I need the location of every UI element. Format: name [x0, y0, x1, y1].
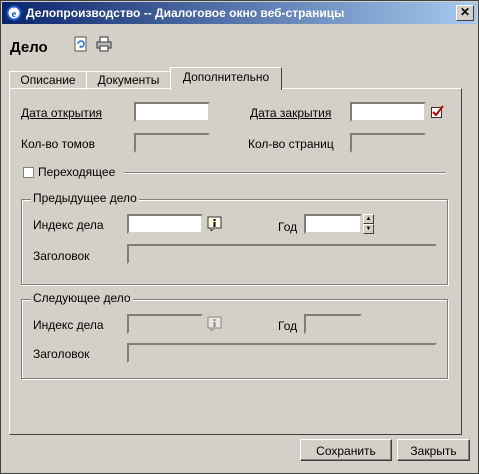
tab-additional[interactable]: Дополнительно — [170, 67, 282, 90]
save-button[interactable]: Сохранить — [300, 439, 392, 461]
close-date-label: Дата закрытия — [250, 106, 332, 120]
refresh-icon[interactable] — [72, 35, 90, 53]
next-year-field — [304, 314, 362, 334]
volumes-label: Кол-во томов — [21, 137, 95, 151]
tab-panel: Дата открытия Дата закрытия Кол-во томов… — [9, 88, 462, 435]
volumes-field — [134, 133, 210, 153]
next-case-legend: Следующее дело — [31, 291, 133, 305]
previous-case-group — [21, 199, 448, 285]
dialog-window: e Делопроизводство -- Диалоговое окно ве… — [0, 0, 479, 474]
next-index-label: Индекс дела — [33, 318, 104, 332]
spin-up-icon[interactable]: ▲ — [363, 214, 374, 224]
check-icon[interactable] — [431, 105, 444, 118]
window-title: Делопроизводство -- Диалоговое окно веб-… — [26, 6, 345, 20]
svg-text:e: e — [12, 8, 17, 20]
transitional-label: Переходящее — [38, 165, 116, 179]
open-date-field[interactable] — [134, 102, 210, 122]
spin-down-icon[interactable]: ▼ — [363, 224, 374, 234]
close-date-field[interactable] — [350, 102, 426, 122]
next-index-field — [127, 314, 203, 334]
separator — [124, 172, 446, 174]
next-year-label: Год — [278, 319, 298, 333]
info-icon-disabled — [207, 316, 222, 331]
ie-icon: e — [6, 5, 22, 21]
transitional-checkbox[interactable] — [23, 167, 34, 178]
prev-year-field[interactable] — [304, 214, 362, 234]
print-icon[interactable] — [95, 35, 113, 53]
prev-year-label: Год — [278, 220, 298, 234]
next-title-label: Заголовок — [33, 347, 90, 361]
pages-field — [350, 133, 426, 153]
page-title: Дело — [10, 39, 48, 56]
prev-title-label: Заголовок — [33, 249, 90, 263]
prev-index-label: Индекс дела — [33, 218, 104, 232]
prev-title-field — [127, 244, 437, 264]
title-bar: e Делопроизводство -- Диалоговое окно ве… — [2, 2, 477, 24]
info-icon[interactable] — [207, 216, 222, 231]
open-date-label: Дата открытия — [21, 106, 103, 120]
previous-case-legend: Предыдущее дело — [31, 191, 139, 205]
next-case-group — [21, 299, 448, 379]
close-button[interactable]: Закрыть — [397, 439, 470, 461]
year-spinner[interactable]: ▲ ▼ — [363, 214, 374, 234]
close-window-button[interactable]: ✕ — [456, 5, 474, 21]
prev-index-field[interactable] — [127, 214, 203, 234]
next-title-field — [127, 343, 437, 363]
pages-label: Кол-во страниц — [248, 137, 334, 151]
